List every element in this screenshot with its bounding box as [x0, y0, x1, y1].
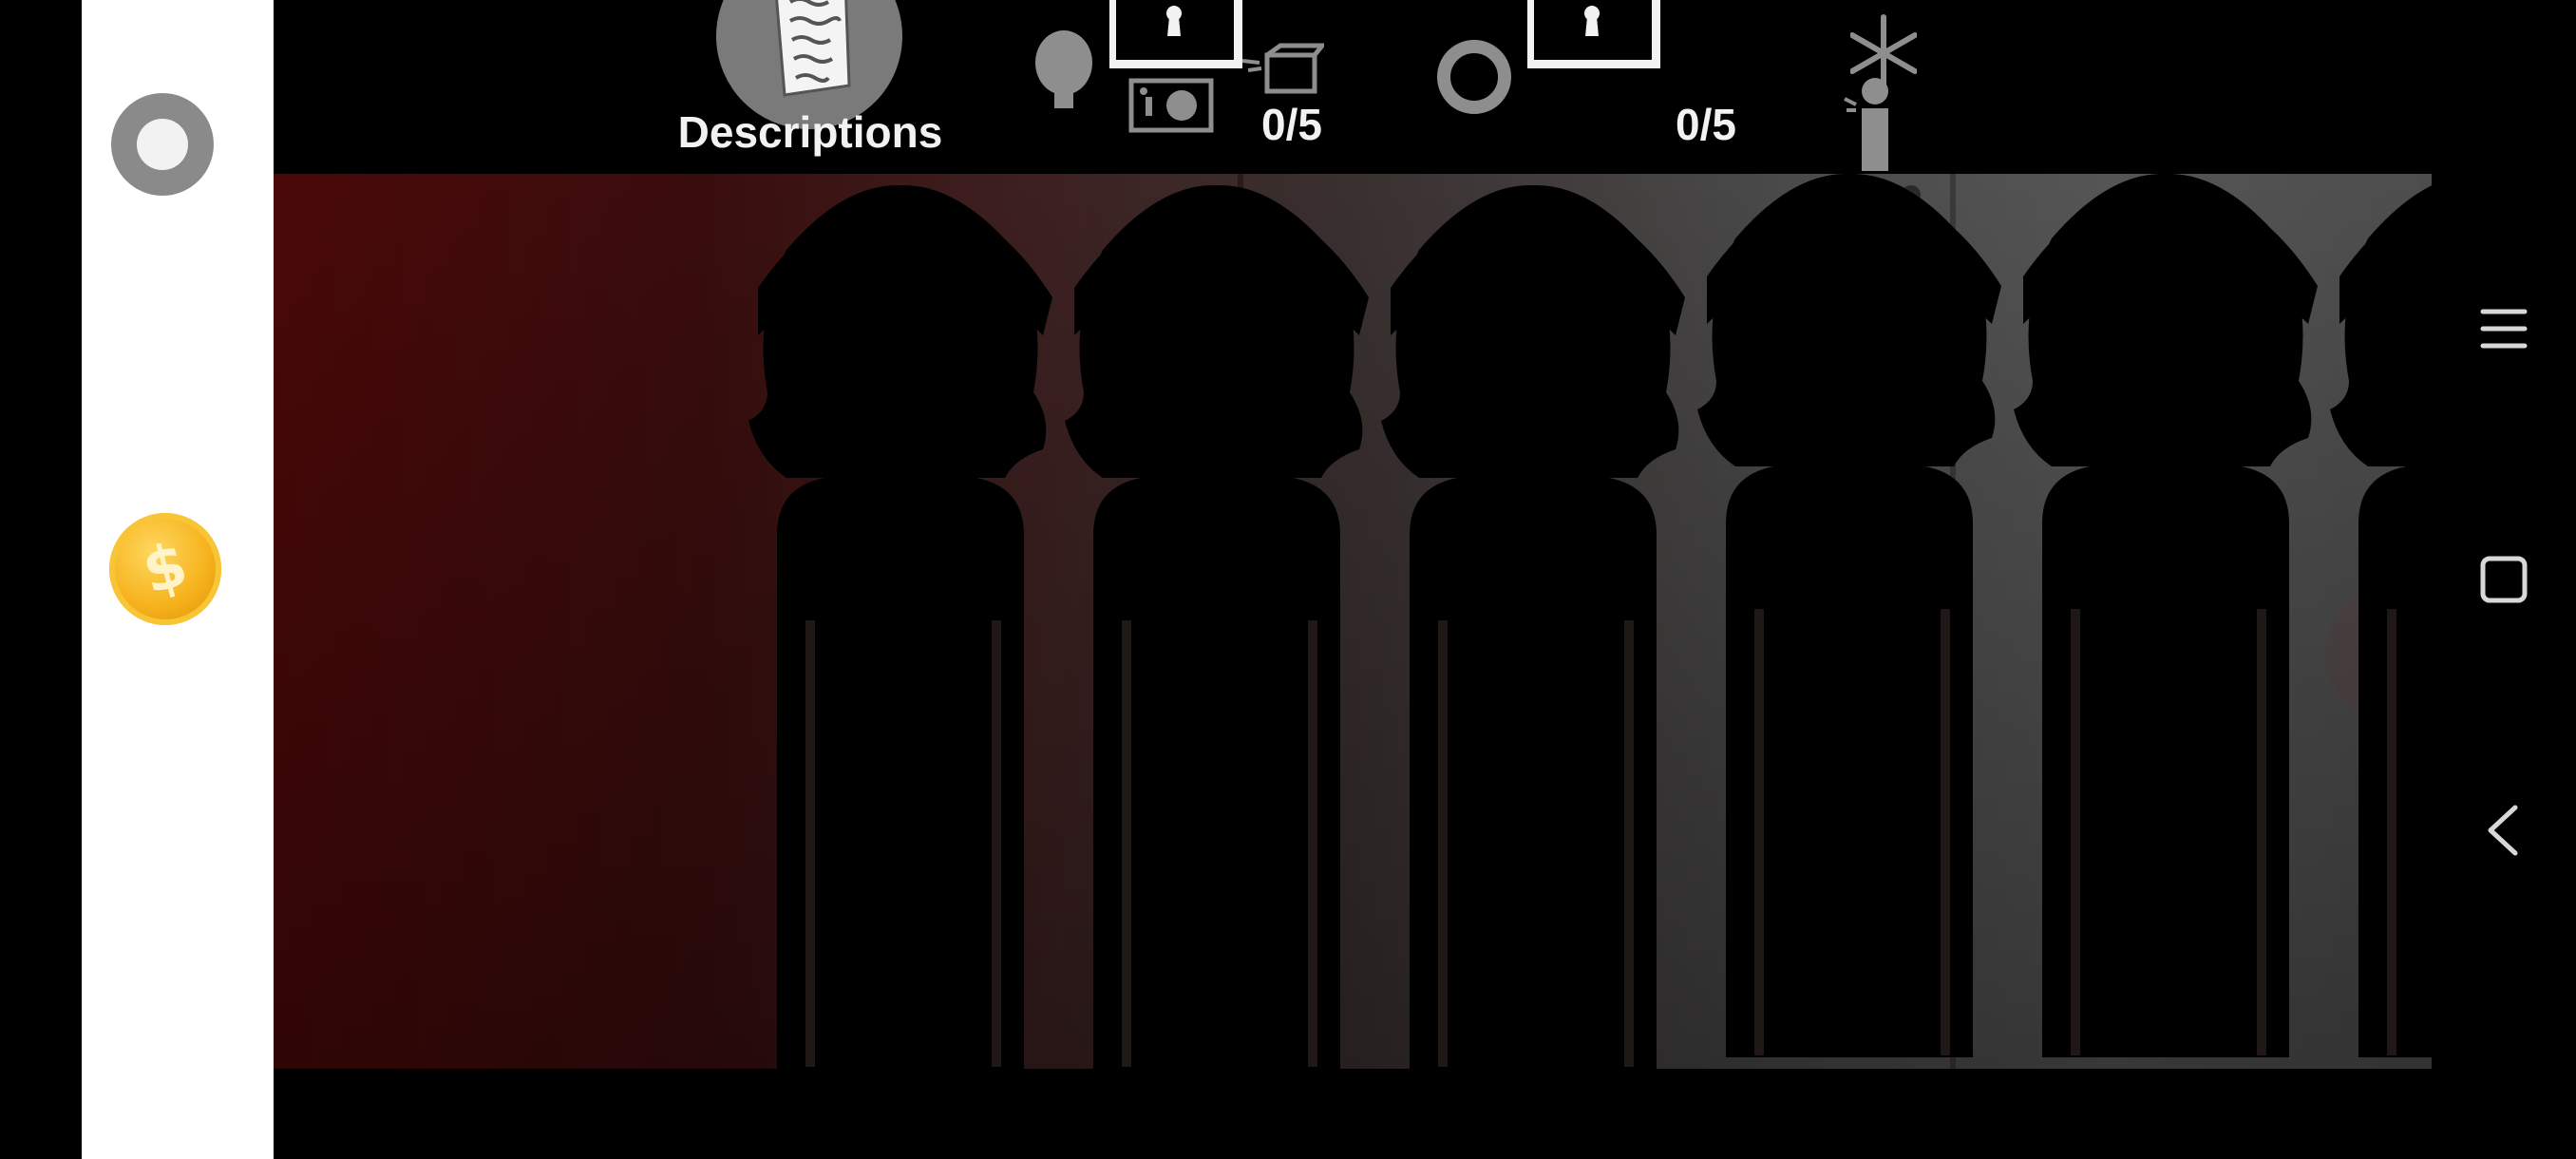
lock-panel-left[interactable]: [1107, 0, 1243, 69]
suspect-silhouette[interactable]: [2330, 174, 2432, 1057]
record-button[interactable]: [111, 93, 214, 196]
menu-icon: [2480, 309, 2528, 349]
suspect-silhouette[interactable]: [748, 184, 1052, 1069]
square-icon: [2480, 556, 2528, 603]
ring-icon: [1437, 40, 1511, 114]
menu-button[interactable]: [2470, 294, 2538, 363]
back-icon: [2488, 805, 2518, 856]
suspect-silhouette[interactable]: [1065, 184, 1369, 1069]
left-edge: [0, 0, 82, 1159]
suspect-silhouette[interactable]: [2014, 174, 2318, 1057]
keyhole-icon: [1525, 0, 1661, 69]
bottom-bar: [274, 1069, 2432, 1159]
tv-icon: [1128, 78, 1214, 133]
descriptions-label[interactable]: Descriptions: [672, 106, 948, 158]
head-silhouette-icon: [1035, 30, 1092, 108]
person-icon: [1844, 78, 1888, 171]
suspect-silhouette[interactable]: [1697, 174, 2001, 1057]
clue-counter-left: 0/5: [1261, 100, 1322, 149]
home-button[interactable]: [2470, 545, 2538, 614]
record-icon: [137, 119, 188, 170]
suspect-silhouette[interactable]: [1381, 184, 1685, 1069]
game-viewport[interactable]: Descriptions 0/5 0/5: [274, 0, 2432, 1159]
box-icon: [1241, 43, 1324, 94]
back-button[interactable]: [2470, 796, 2538, 864]
coin-button[interactable]: $: [109, 513, 221, 625]
clue-counter-right: 0/5: [1676, 100, 1736, 149]
lineup-scene: [274, 174, 2432, 1069]
hud-bar: Descriptions 0/5 0/5: [274, 0, 2432, 174]
keyhole-icon: [1107, 0, 1243, 69]
lock-panel-right[interactable]: [1525, 0, 1661, 69]
